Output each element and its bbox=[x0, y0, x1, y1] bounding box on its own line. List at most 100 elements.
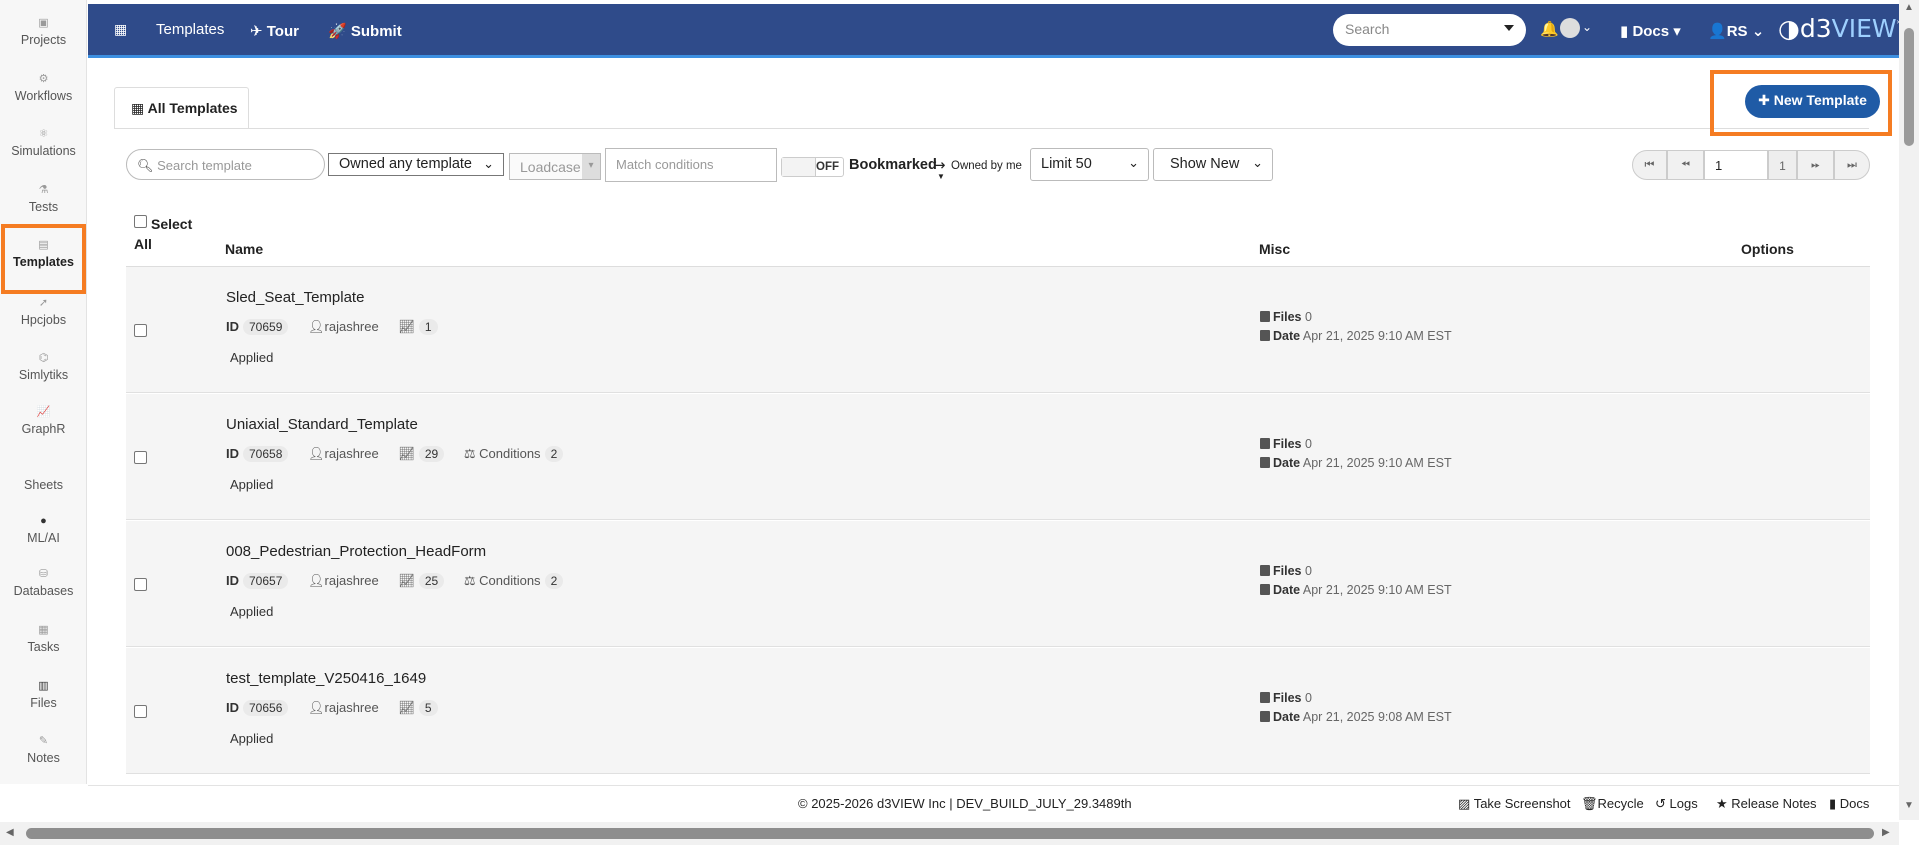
chevron-down-icon: ▾ bbox=[582, 154, 600, 179]
sidebar-item-templates[interactable]: ▤ Templates bbox=[1, 224, 86, 294]
row-checkbox[interactable] bbox=[134, 578, 147, 591]
prev-page-icon: ⏪︎ bbox=[1681, 159, 1690, 171]
files-info: Files 0 bbox=[1260, 310, 1312, 324]
star-icon: ★ bbox=[1716, 796, 1728, 811]
next-page-button[interactable]: ⏩︎ bbox=[1797, 150, 1834, 180]
recycle-link[interactable]: 🗑︎Recycle bbox=[1581, 796, 1644, 812]
nav-tour[interactable]: ✈ Tour bbox=[250, 22, 299, 40]
scroll-down-icon[interactable]: ▼ bbox=[1904, 800, 1914, 811]
chevron-down-icon[interactable]: ⌄ bbox=[1582, 20, 1592, 34]
balance-scale-icon: ⚖ bbox=[463, 446, 476, 461]
brain-icon: ● bbox=[40, 515, 47, 527]
vertical-scrollbar[interactable]: ▲ ▼ bbox=[1899, 0, 1919, 820]
sidebar-item-hpcjobs[interactable]: ➚ Hpcjobs bbox=[0, 296, 87, 327]
table-icon: ▦ bbox=[131, 100, 145, 116]
column-header-name[interactable]: Name bbox=[225, 241, 263, 257]
horizontal-scrollbar-thumb[interactable] bbox=[26, 828, 1874, 839]
bookmarked-toggle[interactable]: OFF bbox=[781, 157, 844, 177]
sidebar-item-tasks[interactable]: ▦ Tasks bbox=[0, 623, 87, 654]
sidebar-item-notes[interactable]: ✎ Notes bbox=[0, 734, 87, 765]
sidebar-item-graphr[interactable]: 📈 GraphR bbox=[0, 405, 87, 436]
grid-icon[interactable]: ▦ bbox=[114, 21, 127, 38]
bell-icon[interactable]: 🔔 bbox=[1540, 20, 1559, 38]
sidebar-item-simlytiks[interactable]: ⌬ Simlytiks bbox=[0, 351, 87, 382]
template-name-link[interactable]: test_template_V250416_1649 bbox=[226, 670, 426, 687]
show-select[interactable]: Show New ⌄ bbox=[1153, 148, 1273, 181]
scroll-right-icon[interactable]: ▶ bbox=[1882, 827, 1890, 838]
docs-link[interactable]: ▮ Docs bbox=[1829, 796, 1869, 812]
balance-scale-icon: ⚖ bbox=[463, 573, 476, 588]
sidebar-item-simulations[interactable]: ⚛ Simulations bbox=[0, 127, 87, 158]
row-checkbox[interactable] bbox=[134, 324, 147, 337]
prev-page-button[interactable]: ⏪︎ bbox=[1667, 150, 1704, 180]
table-row: 008_Pedestrian_Protection_HeadForm ID 706… bbox=[126, 521, 1870, 647]
rocket-icon: ➚ bbox=[38, 297, 49, 309]
sidebar-item-tests[interactable]: ⚗ Tests bbox=[0, 183, 87, 214]
curve-count: 25 bbox=[418, 573, 445, 589]
sidebar-item-files[interactable]: ▥ Files bbox=[0, 679, 87, 710]
flask-icon: ⚗ bbox=[38, 184, 49, 196]
user-menu[interactable]: 👤RS ⌄ bbox=[1708, 22, 1764, 40]
row-meta: ID 70657 👤︎rajashree 📈︎ 25 ⚖ Conditions 2 bbox=[226, 573, 564, 589]
line-chart-icon: 📈︎ bbox=[398, 319, 415, 334]
owner-name: rajashree bbox=[324, 573, 379, 588]
loadcase-select[interactable]: Loadcase ▾ bbox=[509, 153, 601, 180]
owner-filter-select[interactable]: Owned any template ⌄ bbox=[328, 153, 504, 176]
docs-menu[interactable]: ▮ Docs ▾ bbox=[1620, 22, 1681, 40]
nav-templates[interactable]: Templates bbox=[156, 21, 224, 38]
owner-name: rajashree bbox=[324, 700, 379, 715]
page-number-input[interactable]: 1 bbox=[1704, 150, 1768, 180]
template-name-link[interactable]: Uniaxial_Standard_Template bbox=[226, 416, 418, 433]
book-icon: ▮ bbox=[1829, 796, 1837, 811]
global-search-input[interactable]: Search bbox=[1333, 14, 1526, 46]
status-badge: Applied bbox=[230, 604, 274, 619]
calendar-icon bbox=[1260, 584, 1270, 595]
copyright-text: © 2025-2026 d3VIEW Inc | DEV_BUILD_JULY_… bbox=[798, 796, 1132, 811]
sidebar-item-projects[interactable]: ▣ Projects bbox=[0, 16, 87, 47]
scroll-left-icon[interactable]: ◀ bbox=[6, 827, 14, 838]
files-info: Files 0 bbox=[1260, 437, 1312, 451]
line-chart-icon: 📈︎ bbox=[398, 700, 415, 715]
vertical-scrollbar-thumb[interactable] bbox=[1904, 28, 1914, 146]
chevron-down-icon[interactable] bbox=[1504, 25, 1514, 31]
top-navbar: ▦ Templates ✈ Tour 🚀 Submit Search 🔔 ⌄ ▮… bbox=[88, 4, 1902, 58]
template-name-link[interactable]: 008_Pedestrian_Protection_HeadForm bbox=[226, 543, 486, 560]
row-checkbox[interactable] bbox=[134, 705, 147, 718]
chevron-down-icon: ⌄ bbox=[1128, 155, 1139, 170]
sidebar-item-workflows[interactable]: ⚙ Workflows bbox=[0, 72, 87, 103]
project-icon: ▣ bbox=[38, 17, 49, 29]
sidebar-item-sheets[interactable]: Sheets bbox=[0, 478, 87, 492]
sidebar-item-databases[interactable]: ⛁ Databases bbox=[0, 567, 87, 598]
files-info: Files 0 bbox=[1260, 564, 1312, 578]
new-template-button[interactable]: ✚ New Template bbox=[1745, 85, 1880, 118]
status-indicator-icon[interactable] bbox=[1560, 18, 1580, 38]
line-chart-icon: 📈︎ bbox=[398, 446, 415, 461]
select-all-checkbox[interactable] bbox=[134, 215, 147, 228]
chevron-down-icon: ⌄ bbox=[483, 156, 494, 171]
curve-count: 1 bbox=[418, 319, 438, 335]
nav-submit[interactable]: 🚀 Submit bbox=[328, 22, 402, 40]
last-page-button[interactable]: ⏭ bbox=[1834, 150, 1870, 180]
scroll-up-icon[interactable]: ▲ bbox=[1904, 2, 1914, 13]
search-template-input[interactable]: 🔍︎ Search template bbox=[126, 149, 325, 180]
logs-link[interactable]: ↺ Logs bbox=[1655, 796, 1698, 812]
date-info: Date Apr 21, 2025 9:10 AM EST bbox=[1260, 456, 1452, 470]
files-info: Files 0 bbox=[1260, 691, 1312, 705]
first-page-button[interactable]: ⏮ bbox=[1632, 150, 1667, 180]
release-notes-link[interactable]: ★ Release Notes bbox=[1716, 796, 1817, 812]
table-row: Uniaxial_Standard_Template ID 70658 👤︎raj… bbox=[126, 394, 1870, 520]
horizontal-scrollbar[interactable]: ◀ ▶ bbox=[0, 822, 1899, 845]
match-conditions-input[interactable]: Match conditions bbox=[605, 148, 777, 182]
d3view-logo: ◑d3VIEW* bbox=[1778, 14, 1902, 43]
row-meta: ID 70658 👤︎rajashree 📈︎ 29 ⚖ Conditions 2 bbox=[226, 446, 564, 462]
tab-all-templates[interactable]: ▦ All Templates bbox=[114, 87, 249, 129]
template-id: 70656 bbox=[243, 700, 289, 716]
bookmarked-label: Bookmarked bbox=[849, 157, 937, 173]
limit-select[interactable]: Limit 50 ⌄ bbox=[1030, 148, 1149, 181]
sidebar-item-ml-ai[interactable]: ● ML/AI bbox=[0, 514, 87, 545]
template-name-link[interactable]: Sled_Seat_Template bbox=[226, 289, 364, 306]
row-checkbox[interactable] bbox=[134, 451, 147, 464]
take-screenshot-link[interactable]: ▨ Take Screenshot bbox=[1458, 796, 1571, 812]
user-icon: 👤︎ bbox=[308, 319, 325, 334]
search-icon: 🔍︎ bbox=[137, 158, 154, 173]
